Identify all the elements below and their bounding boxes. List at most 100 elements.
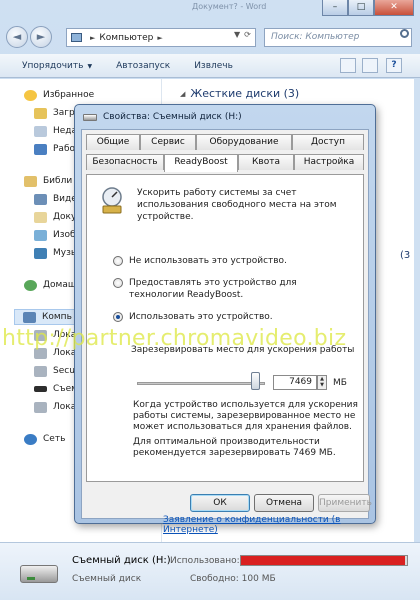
readyboost-panel: Ускорить работу системы за счет использо… <box>86 174 364 535</box>
hard-drive-icon <box>34 365 47 377</box>
dialog-body: Общие Сервис Оборудование Доступ Безопас… <box>81 129 372 535</box>
hard-drive-icon <box>34 347 47 359</box>
reserve-size-input[interactable]: 7469 <box>273 375 317 390</box>
reserve-label: Зарезервировать место для ускорения рабо… <box>131 345 355 355</box>
sidebar-item-libraries[interactable]: Библи <box>24 173 72 189</box>
computer-icon <box>71 33 82 42</box>
sidebar-item-recent[interactable]: Неда <box>34 123 77 139</box>
window-controls: – □ ✕ <box>322 0 414 16</box>
search-icon <box>400 29 409 38</box>
document-icon <box>34 211 47 223</box>
drive-name: Съемный диск (H:) <box>72 555 171 566</box>
removable-drive-icon <box>20 565 58 583</box>
drive-type: Съемный диск <box>72 574 142 584</box>
autoplay-button[interactable]: Автозапуск <box>116 61 170 71</box>
option-dedicate[interactable]: Предоставлять это устройство для техноло… <box>113 277 343 301</box>
hard-drive-icon <box>34 401 47 413</box>
tab-general[interactable]: Общие <box>86 134 140 150</box>
radio-button[interactable] <box>113 256 123 266</box>
sidebar-item-music[interactable]: Музы <box>34 245 78 261</box>
sidebar-item-favorites[interactable]: Избранное <box>24 87 94 103</box>
dialog-title-bar[interactable]: Свойства: Съемный диск (H:) <box>83 109 242 125</box>
background-window-title: Документ? - Word <box>192 2 267 11</box>
section-count: (3 <box>400 250 411 261</box>
info-recommend: Для оптимальной производительности реком… <box>133 437 336 458</box>
chevron-right-icon: ► <box>157 33 163 42</box>
sidebar-item-pictures[interactable]: Изоб <box>34 227 76 243</box>
folder-icon <box>34 107 47 119</box>
hard-drive-icon <box>34 329 47 341</box>
sidebar-item-documents[interactable]: Доку <box>34 209 76 225</box>
music-icon <box>34 247 47 259</box>
free-space: Свободно: 100 МБ <box>190 574 276 584</box>
cancel-button[interactable]: Отмена <box>254 494 314 512</box>
close-button[interactable]: ✕ <box>374 0 414 16</box>
sidebar-item-local-disk-2[interactable]: Лока <box>34 345 76 361</box>
search-input[interactable]: Поиск: Компьютер <box>264 28 412 47</box>
address-tools: ▼ ⟳ <box>234 30 251 39</box>
tab-hardware[interactable]: Оборудование <box>196 134 292 150</box>
maximize-button[interactable]: □ <box>348 0 374 16</box>
address-bar[interactable]: ► Компьютер ► <box>66 28 256 47</box>
sidebar-item-local-disk-3[interactable]: Лока <box>34 399 76 415</box>
sidebar-item-desktop[interactable]: Рабо <box>34 141 75 157</box>
removable-drive-icon <box>34 386 47 392</box>
tab-security[interactable]: Безопасность <box>86 154 164 170</box>
ok-button[interactable]: ОК <box>190 494 250 512</box>
properties-dialog: Свойства: Съемный диск (H:) Общие Сервис… <box>74 104 376 535</box>
used-label: Использовано: <box>170 556 240 566</box>
reserve-slider-track[interactable] <box>137 382 265 385</box>
radio-button[interactable] <box>113 278 123 288</box>
tab-tools[interactable]: Сервис <box>140 134 196 150</box>
minimize-button[interactable]: – <box>322 0 348 16</box>
chevron-right-icon: ► <box>90 33 96 42</box>
sidebar-item-network[interactable]: Сеть <box>24 431 65 447</box>
tab-readyboost[interactable]: ReadyBoost <box>164 154 238 172</box>
view-icon[interactable] <box>340 58 356 73</box>
unit-label: МБ <box>333 378 347 388</box>
info-in-use: Когда устройство используется для ускоре… <box>133 400 358 432</box>
chevron-down-icon[interactable]: ▼ <box>234 30 240 39</box>
desktop-icon <box>34 143 47 155</box>
preview-pane-icon[interactable] <box>362 58 378 73</box>
usage-bar <box>240 555 408 566</box>
navigation-bar: ◄ ► ► Компьютер ► ▼ ⟳ Поиск: Компьютер <box>6 26 414 50</box>
address-path: Компьютер <box>99 32 154 43</box>
computer-icon <box>23 311 36 323</box>
eject-button[interactable]: Извлечь <box>194 61 233 71</box>
tab-quota[interactable]: Квота <box>238 154 294 170</box>
readyboost-description: Ускорить работу системы за счет использо… <box>137 188 337 222</box>
library-icon <box>24 175 37 187</box>
option-do-not-use[interactable]: Не использовать это устройство. <box>113 255 287 267</box>
tab-sharing[interactable]: Доступ <box>292 134 364 150</box>
sidebar-item-videos[interactable]: Виде <box>34 191 77 207</box>
back-button[interactable]: ◄ <box>6 26 28 48</box>
reserve-slider-thumb[interactable] <box>250 372 260 390</box>
command-bar: Упорядочить ▼ Автозапуск Извлечь ? <box>0 54 420 78</box>
chevron-down-icon: ▼ <box>87 62 93 70</box>
usage-bar-fill <box>241 556 406 565</box>
details-pane: Съемный диск (H:) Съемный диск Использов… <box>0 542 420 600</box>
option-use-device[interactable]: Использовать это устройство. <box>113 311 273 323</box>
star-icon <box>24 89 37 101</box>
sidebar-item-homegroup[interactable]: Домаш <box>24 277 76 293</box>
removable-drive-icon <box>83 113 97 121</box>
forward-button[interactable]: ► <box>30 26 52 48</box>
recent-places-icon <box>34 125 47 137</box>
video-icon <box>34 193 47 205</box>
section-hard-disks[interactable]: ◢ Жесткие диски (3) <box>180 87 299 100</box>
tab-customize[interactable]: Настройка <box>294 154 364 170</box>
refresh-icon[interactable]: ⟳ <box>244 30 251 39</box>
reserve-size-spinner[interactable]: ▲ ▼ <box>317 375 327 390</box>
sidebar-item-local-disk-1[interactable]: Лока <box>34 327 76 343</box>
dialog-title: Свойства: Съемный диск (H:) <box>103 112 242 122</box>
organize-button[interactable]: Упорядочить ▼ <box>22 61 92 71</box>
collapse-triangle-icon: ◢ <box>180 89 186 98</box>
help-icon[interactable]: ? <box>386 58 402 73</box>
apply-button[interactable]: Применить <box>318 494 372 512</box>
sidebar-item-secure-disk[interactable]: Secu <box>34 363 75 379</box>
picture-icon <box>34 229 47 241</box>
readyboost-icon <box>102 187 122 214</box>
privacy-statement-link[interactable]: Заявление о конфиденциальности (в Интерн… <box>163 515 363 535</box>
radio-button-checked[interactable] <box>113 312 123 322</box>
